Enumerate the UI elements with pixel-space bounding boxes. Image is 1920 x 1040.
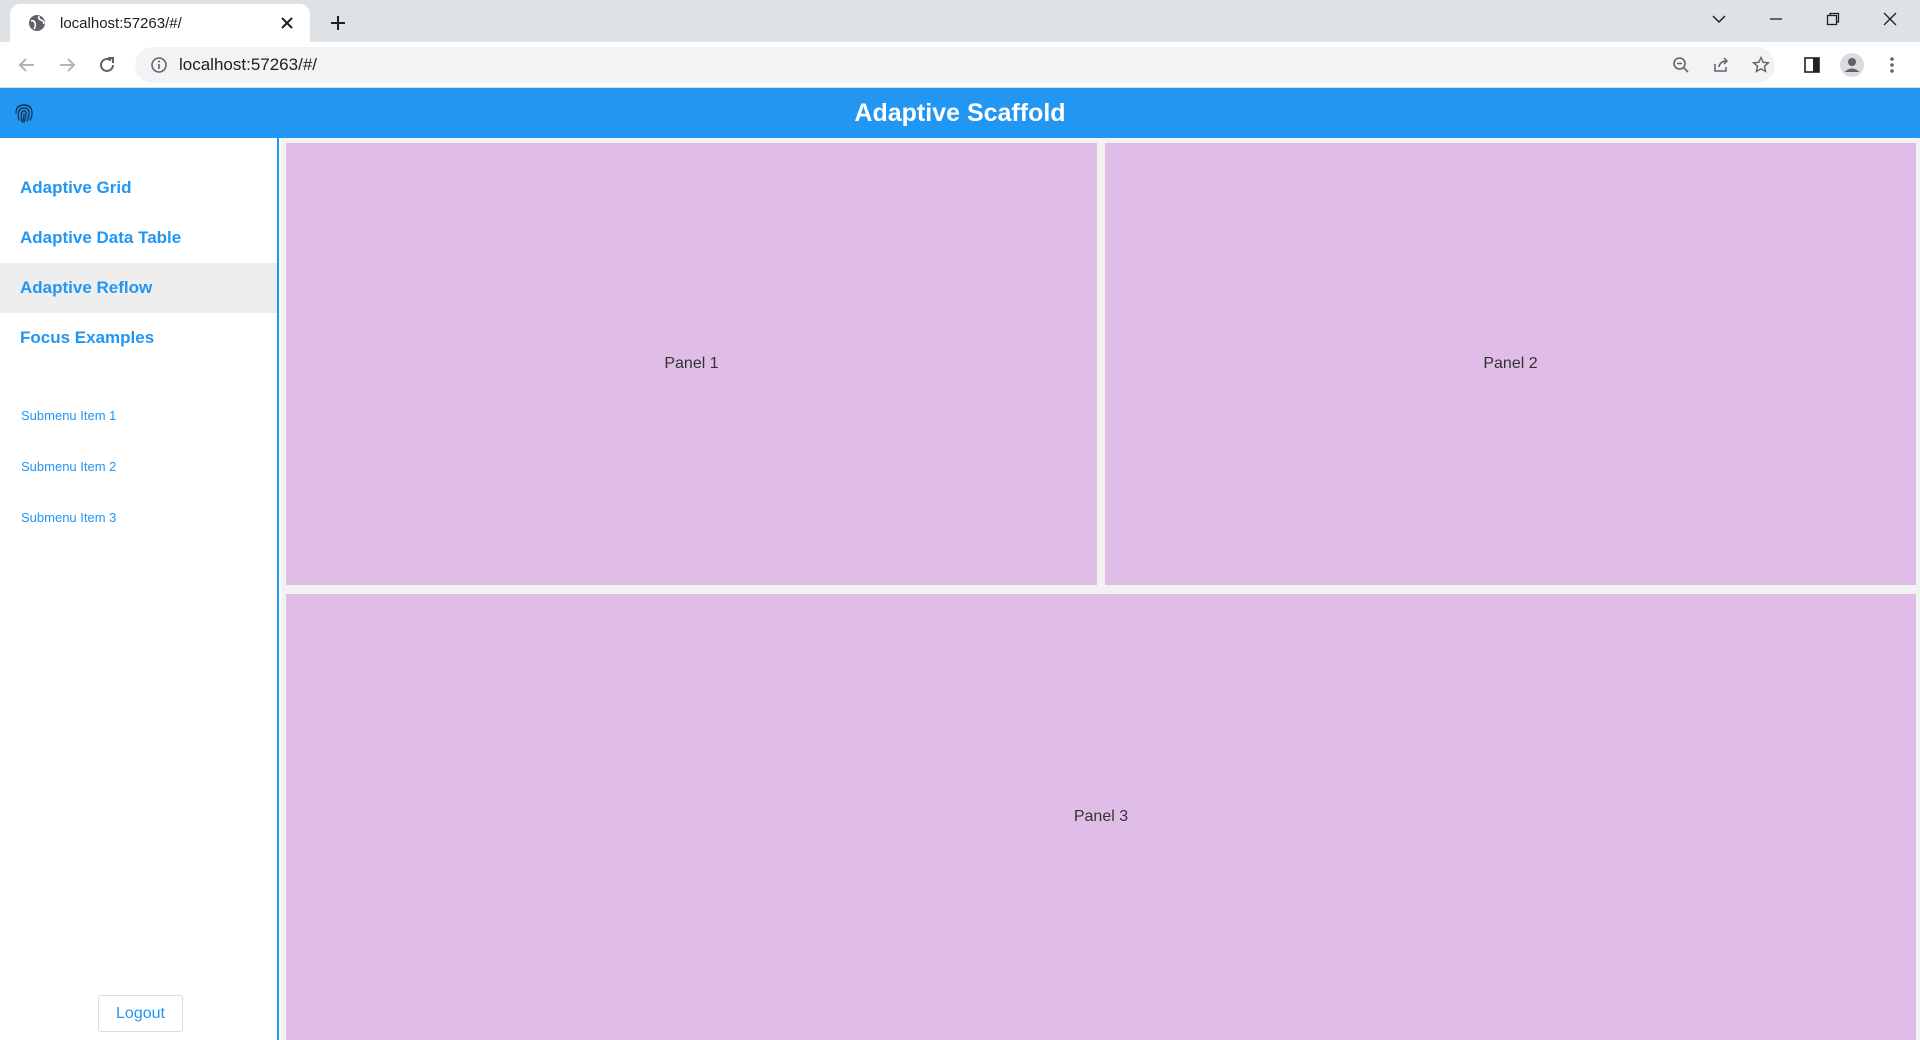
panel-label: Panel 2	[1483, 355, 1538, 372]
app-title: Adaptive Scaffold	[854, 98, 1066, 127]
app-bar: Adaptive Scaffold	[0, 88, 1920, 138]
forward-icon[interactable]	[50, 48, 84, 82]
star-icon[interactable]	[1744, 48, 1778, 82]
content-area: Panel 1 Panel 2 Panel 3	[281, 138, 1920, 1040]
tab-title: localhost:57263/#/	[60, 14, 182, 32]
sidebar-item-adaptive-reflow[interactable]: Adaptive Reflow	[0, 263, 277, 313]
submenu-item-1[interactable]: Submenu Item 1	[0, 390, 277, 441]
plus-icon[interactable]	[324, 9, 352, 37]
url-text: localhost:57263/#/	[179, 55, 317, 74]
info-icon[interactable]	[141, 47, 177, 83]
sidebar: Adaptive Grid Adaptive Data Table Adapti…	[0, 138, 279, 1040]
more-icon[interactable]	[1875, 48, 1909, 82]
globe-icon	[26, 12, 48, 34]
browser-tab[interactable]: localhost:57263/#/	[10, 4, 310, 42]
sidebar-item-adaptive-data-table[interactable]: Adaptive Data Table	[0, 213, 277, 263]
logout-button[interactable]: Logout	[98, 995, 183, 1032]
side-panel-icon[interactable]	[1795, 48, 1829, 82]
chevron-down-icon[interactable]	[1690, 0, 1747, 38]
panel-3: Panel 3	[286, 594, 1916, 1040]
sidebar-item-adaptive-grid[interactable]: Adaptive Grid	[0, 163, 277, 213]
fingerprint-icon	[12, 101, 36, 125]
share-icon[interactable]	[1704, 48, 1738, 82]
submenu-item-2[interactable]: Submenu Item 2	[0, 441, 277, 492]
sidebar-item-focus-examples[interactable]: Focus Examples	[0, 313, 277, 363]
browser-toolbar: localhost:57263/#/	[0, 42, 1920, 88]
submenu-item-3[interactable]: Submenu Item 3	[0, 492, 277, 543]
profile-icon[interactable]	[1835, 48, 1869, 82]
browser-tab-strip: localhost:57263/#/	[0, 0, 1920, 42]
panel-2: Panel 2	[1105, 143, 1916, 585]
zoom-out-icon[interactable]	[1664, 48, 1698, 82]
restore-icon[interactable]	[1804, 0, 1861, 38]
panel-label: Panel 3	[1073, 808, 1129, 825]
submenu: Submenu Item 1 Submenu Item 2 Submenu It…	[0, 390, 277, 543]
panel-label: Panel 1	[664, 355, 719, 372]
panel-1: Panel 1	[286, 143, 1097, 585]
window-close-icon[interactable]	[1861, 0, 1918, 38]
close-icon[interactable]	[276, 12, 298, 34]
address-bar[interactable]: localhost:57263/#/	[135, 47, 1775, 83]
back-icon[interactable]	[10, 48, 44, 82]
minimize-icon[interactable]	[1747, 0, 1804, 38]
reload-icon[interactable]	[90, 48, 124, 82]
